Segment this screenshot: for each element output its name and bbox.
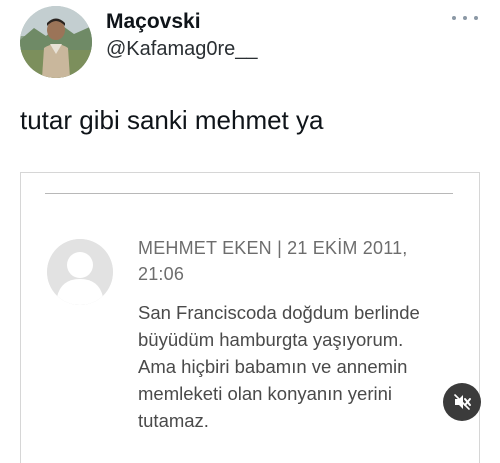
dot (452, 16, 456, 20)
comment-line: tutamaz. (138, 410, 209, 431)
dot (463, 16, 467, 20)
muted-speaker-icon (454, 394, 471, 410)
tweet: Maçovski @Kafamag0re__ tutar gibi sanki … (0, 0, 500, 463)
comment-body: San Franciscoda doğdum berlinde büyüdüm … (138, 299, 468, 434)
default-user-icon (47, 239, 113, 305)
author-display-name[interactable]: Maçovski (106, 10, 201, 34)
author-avatar[interactable] (20, 6, 92, 78)
dot (474, 16, 478, 20)
divider (45, 193, 453, 194)
more-options-icon[interactable] (452, 8, 478, 28)
comment-line: San Franciscoda doğdum berlinde (138, 302, 420, 323)
comment-time: 21:06 (138, 264, 185, 284)
comment-meta: MEHMET EKEN | 21 EKİM 2011, 21:06 (138, 235, 458, 287)
mute-toggle-button[interactable] (443, 383, 481, 421)
comment-line: memleketi olan konyanın yerini (138, 383, 392, 404)
attached-image[interactable]: MEHMET EKEN | 21 EKİM 2011, 21:06 San Fr… (20, 172, 480, 463)
user-silhouette-icon (47, 239, 113, 305)
comment-line: büyüdüm hamburgta yaşıyorum. (138, 329, 404, 350)
tweet-text: tutar gibi sanki mehmet ya (20, 105, 324, 135)
comment-line: Ama hiçbiri babamın ve annemin (138, 356, 408, 377)
comment-author-date: MEHMET EKEN | 21 EKİM 2011, (138, 238, 408, 258)
author-handle[interactable]: @Kafamag0re__ (106, 38, 258, 61)
profile-photo-icon (20, 6, 92, 78)
